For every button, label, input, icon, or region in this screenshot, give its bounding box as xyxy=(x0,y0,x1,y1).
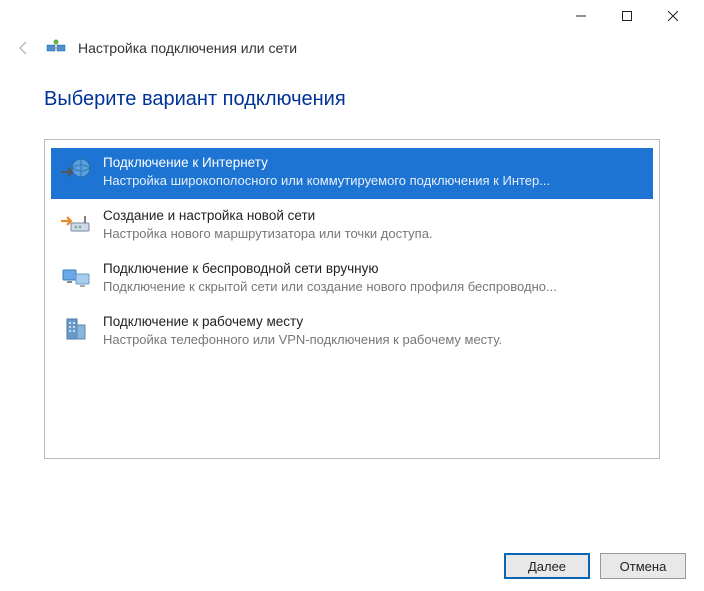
two-monitors-icon xyxy=(59,260,93,294)
globe-arrow-icon xyxy=(59,154,93,188)
next-button[interactable]: Далее xyxy=(504,553,590,579)
option-title: Подключение к рабочему месту xyxy=(103,313,645,331)
close-button[interactable] xyxy=(650,0,696,32)
option-connect-internet[interactable]: Подключение к Интернету Настройка широко… xyxy=(51,148,653,199)
connection-options-list: Подключение к Интернету Настройка широко… xyxy=(44,139,660,459)
cancel-button[interactable]: Отмена xyxy=(600,553,686,579)
router-arrow-icon xyxy=(59,207,93,241)
content-area: Выберите вариант подключения Подключение… xyxy=(0,68,704,459)
option-desc: Настройка телефонного или VPN-подключени… xyxy=(103,331,645,348)
option-desc: Подключение к скрытой сети или создание … xyxy=(103,278,645,295)
page-heading: Выберите вариант подключения xyxy=(44,88,660,111)
minimize-button[interactable] xyxy=(558,0,604,32)
header: Настройка подключения или сети xyxy=(0,32,704,68)
option-setup-new-network[interactable]: Создание и настройка новой сети Настройк… xyxy=(51,201,653,252)
option-title: Подключение к Интернету xyxy=(103,154,645,172)
building-server-icon xyxy=(59,313,93,347)
option-title: Создание и настройка новой сети xyxy=(103,207,645,225)
network-wizard-icon xyxy=(46,38,66,58)
option-title: Подключение к беспроводной сети вручную xyxy=(103,260,645,278)
footer-buttons: Далее Отмена xyxy=(504,553,686,579)
titlebar xyxy=(0,0,704,32)
back-button[interactable] xyxy=(14,38,34,58)
maximize-button[interactable] xyxy=(604,0,650,32)
option-desc: Настройка широкополосного или коммутируе… xyxy=(103,172,645,189)
option-desc: Настройка нового маршрутизатора или точк… xyxy=(103,225,645,242)
option-connect-workplace[interactable]: Подключение к рабочему месту Настройка т… xyxy=(51,307,653,358)
option-manual-wireless[interactable]: Подключение к беспроводной сети вручную … xyxy=(51,254,653,305)
wizard-title: Настройка подключения или сети xyxy=(78,40,297,56)
